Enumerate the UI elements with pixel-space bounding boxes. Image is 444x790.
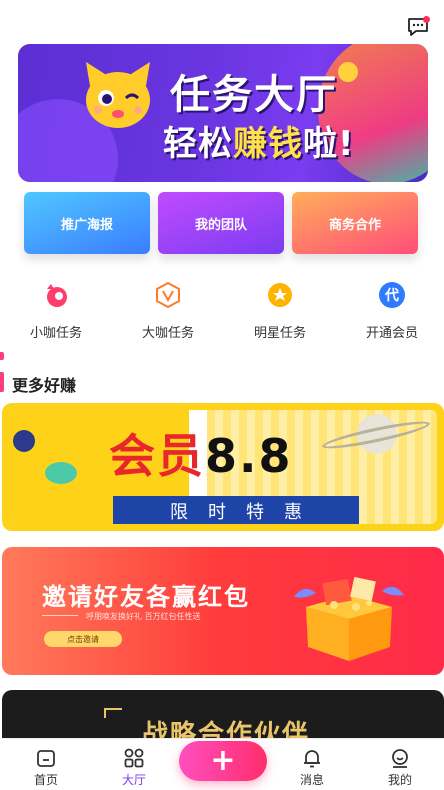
vip-icon: 代 xyxy=(379,282,405,308)
hero-subtitle: 轻松赚钱啦! xyxy=(163,124,355,164)
divider-accent xyxy=(0,352,4,360)
publish-button[interactable]: + xyxy=(179,741,267,781)
member-banner-band: 限时特惠 xyxy=(113,496,359,524)
section-accent xyxy=(0,372,4,392)
decor-dot xyxy=(13,430,35,452)
tab-messages[interactable]: 消息 xyxy=(268,739,356,790)
decor-dot xyxy=(45,462,77,484)
gift-box-icon xyxy=(294,577,404,661)
task-star[interactable]: 明星任务 xyxy=(230,280,330,341)
section-title: 更多好赚 xyxy=(12,376,77,395)
task-small[interactable]: 小咖任务 xyxy=(6,280,106,341)
member-banner-inner: 会员8.8 限时特惠 xyxy=(9,410,437,524)
tab-home[interactable]: 首页 xyxy=(2,739,90,790)
plus-icon: + xyxy=(210,743,236,778)
star-icon xyxy=(268,283,292,307)
invite-title: 邀请好友各赢红包 xyxy=(42,583,250,611)
task-vip[interactable]: 代 开通会员 xyxy=(342,280,442,341)
task-categories: 小咖任务 大咖任务 明星任务 代 开通会员 xyxy=(0,280,444,344)
quick-actions: 推广海报 我的团队 商务合作 xyxy=(24,192,420,256)
invite-button[interactable]: 点击邀请 xyxy=(44,631,122,647)
poster-button[interactable]: 推广海报 xyxy=(24,192,150,254)
cat-mascot-icon xyxy=(86,62,150,128)
profile-icon xyxy=(392,749,408,768)
small-task-icon xyxy=(47,284,67,307)
my-team-button[interactable]: 我的团队 xyxy=(158,192,284,254)
member-banner-title: 会员8.8 xyxy=(109,429,293,483)
invite-subtitle: 呼朋唤友换好礼 百万红包任性送 xyxy=(86,612,201,621)
member-banner[interactable]: 会员8.8 限时特惠 xyxy=(2,403,444,531)
task-big[interactable]: 大咖任务 xyxy=(118,280,218,341)
v-badge-icon xyxy=(156,281,180,309)
tab-hall[interactable]: 大厅 xyxy=(90,739,178,790)
top-bar xyxy=(0,0,444,40)
business-button[interactable]: 商务合作 xyxy=(292,192,418,254)
unread-dot xyxy=(423,16,430,23)
hero-banner[interactable]: 任务大厅 轻松赚钱啦! xyxy=(18,44,428,182)
tab-profile[interactable]: 我的 xyxy=(356,739,444,790)
decor-corner xyxy=(104,708,122,718)
decor-dot xyxy=(338,62,358,82)
hero-title: 任务大厅 xyxy=(170,72,338,118)
svg-text:代: 代 xyxy=(384,287,399,304)
home-icon xyxy=(37,750,55,767)
decor-line xyxy=(42,615,78,616)
invite-banner[interactable]: 邀请好友各赢红包 呼朋唤友换好礼 百万红包任性送 点击邀请 xyxy=(2,547,444,675)
grid-icon xyxy=(124,748,144,768)
bell-icon xyxy=(304,750,320,768)
